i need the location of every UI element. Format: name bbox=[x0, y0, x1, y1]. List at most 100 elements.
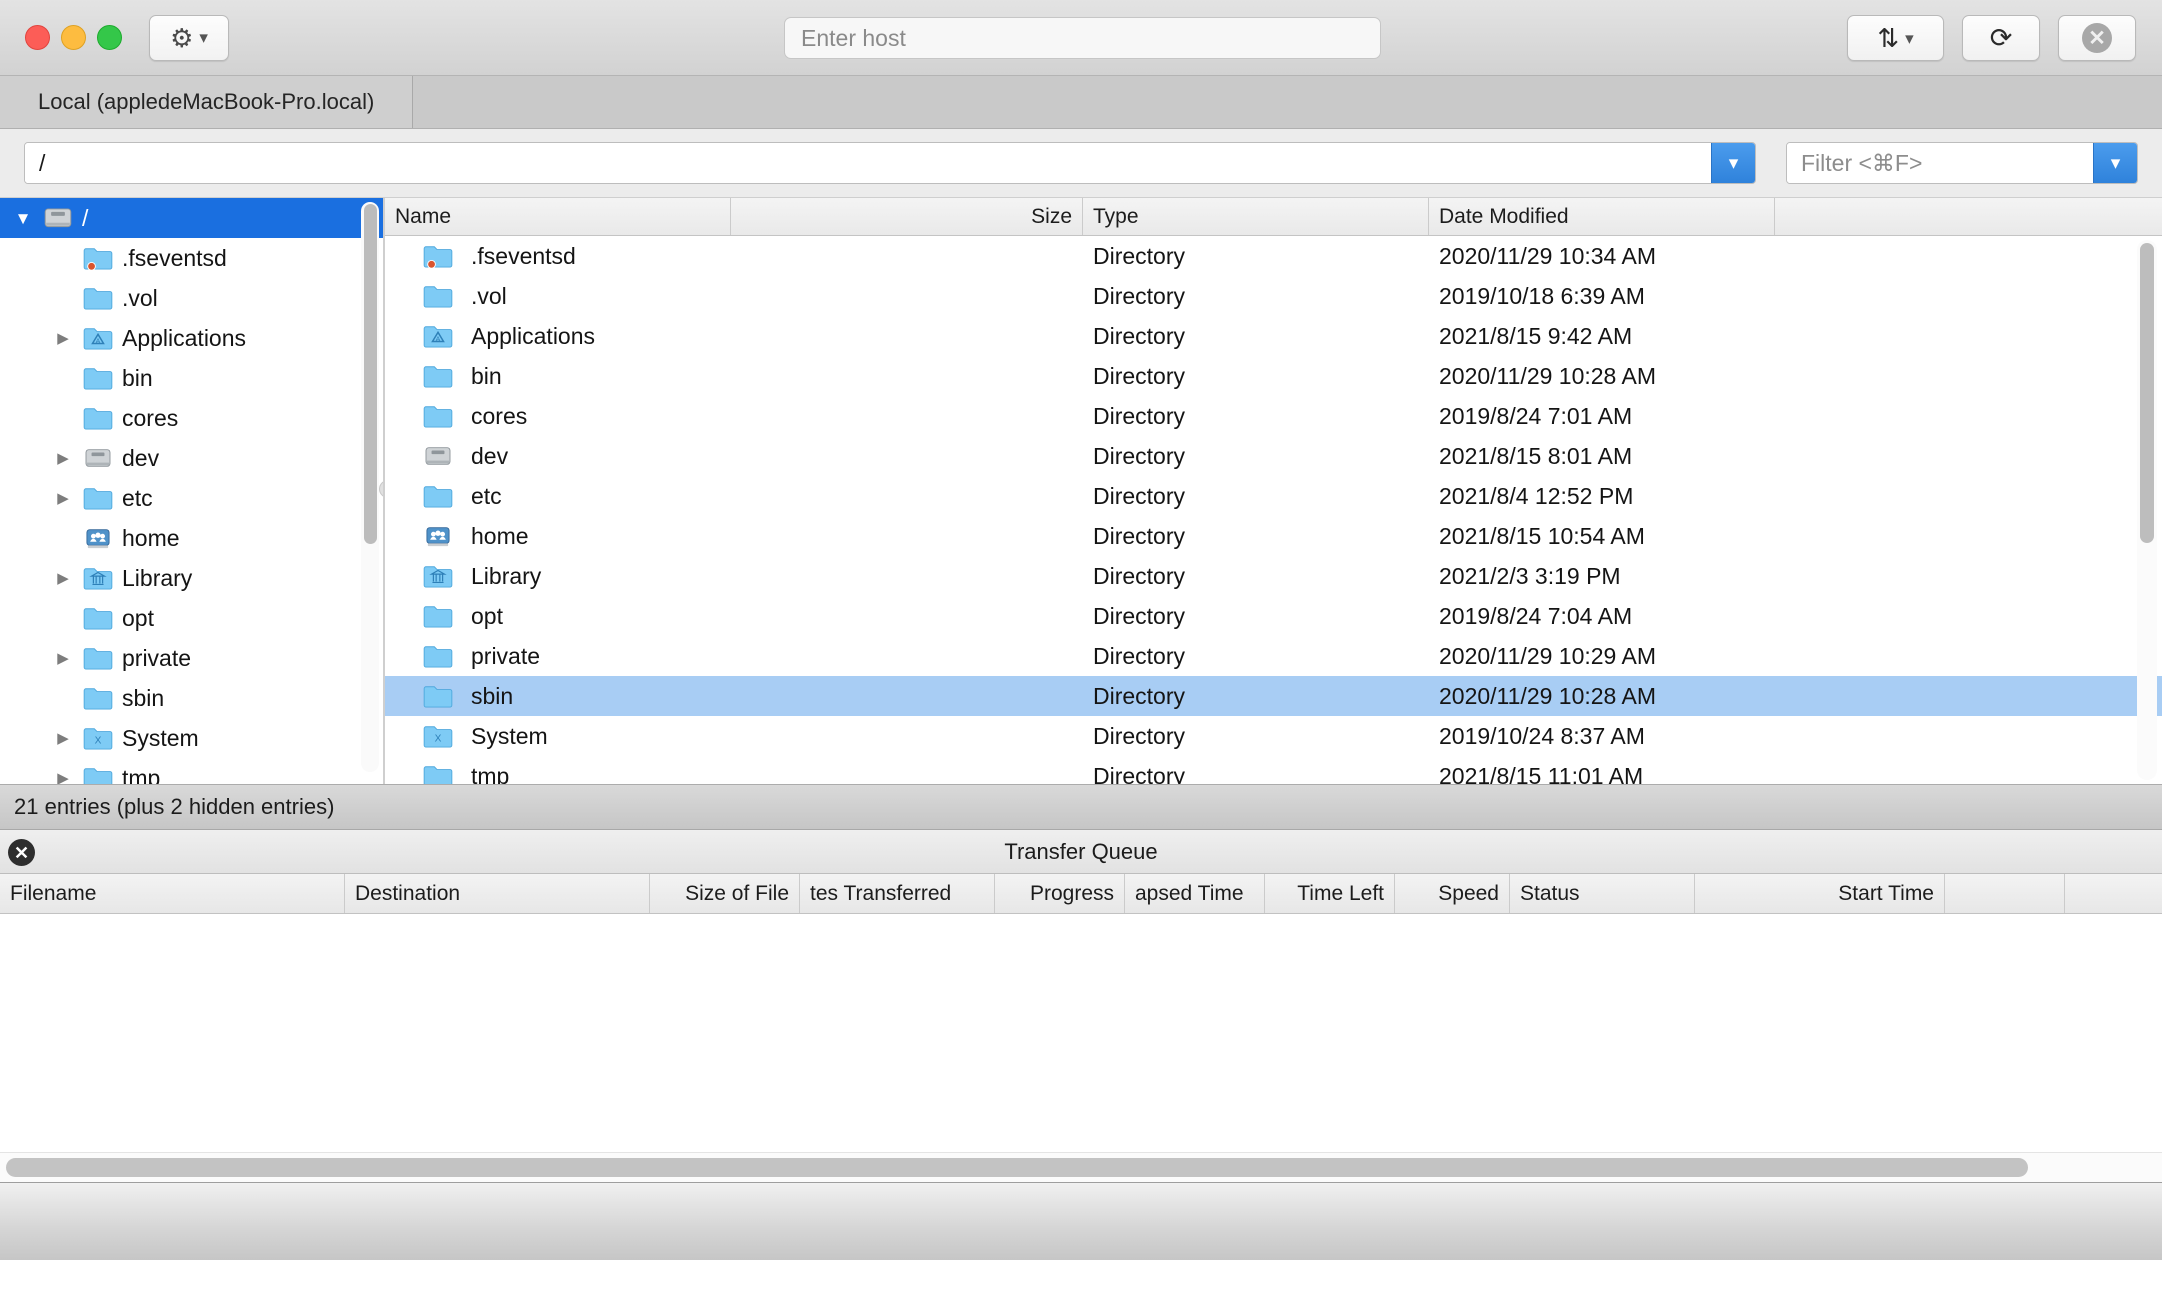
column-header-name[interactable]: Name bbox=[385, 198, 731, 235]
column-header-type[interactable]: Type bbox=[1083, 198, 1429, 235]
tree-twisty-collapsed-icon[interactable]: ▶ bbox=[48, 491, 78, 506]
tree-item-cores[interactable]: cores bbox=[0, 398, 383, 438]
tree-twisty-collapsed-icon[interactable]: ▶ bbox=[48, 571, 78, 586]
table-row[interactable]: .fseventsd Directory 2020/11/29 10:34 AM bbox=[385, 236, 2162, 276]
applications-icon: A bbox=[78, 326, 118, 350]
file-name-label: Applications bbox=[463, 323, 595, 350]
svg-text:X: X bbox=[435, 734, 442, 745]
transfer-queue-body[interactable] bbox=[0, 914, 2162, 1152]
transfer-queue-scrollbar-thumb[interactable] bbox=[6, 1158, 2028, 1177]
transfer-column-header-speed[interactable]: Speed bbox=[1395, 874, 1510, 913]
tree-item-label: Applications bbox=[118, 325, 246, 352]
file-date-cell: 2019/8/24 7:04 AM bbox=[1429, 603, 1775, 630]
table-row[interactable]: sbin Directory 2020/11/29 10:28 AM bbox=[385, 676, 2162, 716]
table-row[interactable]: X System Directory 2019/10/24 8:37 AM bbox=[385, 716, 2162, 756]
tree-item-private[interactable]: ▶ private bbox=[0, 638, 383, 678]
library-icon bbox=[423, 564, 463, 588]
filter-input[interactable]: Filter <⌘F> bbox=[1787, 143, 2093, 183]
table-row[interactable]: A Applications Directory 2021/8/15 9:42 … bbox=[385, 316, 2162, 356]
refresh-icon: ⟳ bbox=[1990, 25, 2013, 52]
svg-text:X: X bbox=[95, 736, 102, 747]
transfer-column-header-time-left[interactable]: Time Left bbox=[1265, 874, 1395, 913]
tree-vertical-scrollbar[interactable] bbox=[361, 202, 379, 772]
tree-item-library[interactable]: ▶ Library bbox=[0, 558, 383, 598]
table-row[interactable]: bin Directory 2020/11/29 10:28 AM bbox=[385, 356, 2162, 396]
transfer-column-header-apsed-time[interactable]: apsed Time bbox=[1125, 874, 1265, 913]
file-name-label: tmp bbox=[463, 763, 509, 785]
file-list-vertical-scrollbar[interactable] bbox=[2137, 240, 2157, 780]
tree-item-etc[interactable]: ▶ etc bbox=[0, 478, 383, 518]
close-window-icon[interactable] bbox=[25, 25, 50, 50]
folder-icon bbox=[78, 286, 118, 310]
transfer-column-header-tes-transferred[interactable]: tes Transferred bbox=[800, 874, 995, 913]
tree-item-system[interactable]: ▶ X System bbox=[0, 718, 383, 758]
transfer-column-header-filler[interactable] bbox=[1945, 874, 2065, 913]
table-row[interactable]: dev Directory 2021/8/15 8:01 AM bbox=[385, 436, 2162, 476]
tree-item-root[interactable]: ▼ / bbox=[0, 198, 383, 238]
tree-twisty-collapsed-icon[interactable]: ▶ bbox=[48, 331, 78, 346]
tree-item-dot-vol[interactable]: .vol bbox=[0, 278, 383, 318]
toolbar-right-group: ⇅ ▾ ⟳ ✕ bbox=[1847, 15, 2136, 61]
transfer-mode-button[interactable]: ⇅ ▾ bbox=[1847, 15, 1944, 61]
table-row[interactable]: cores Directory 2019/8/24 7:01 AM bbox=[385, 396, 2162, 436]
refresh-button[interactable]: ⟳ bbox=[1962, 15, 2040, 61]
status-bar: 21 entries (plus 2 hidden entries) bbox=[0, 784, 2162, 830]
table-row[interactable]: home Directory 2021/8/15 10:54 AM bbox=[385, 516, 2162, 556]
tree-item-dot-fseventsd[interactable]: .fseventsd bbox=[0, 238, 383, 278]
table-row[interactable]: Library Directory 2021/2/3 3:19 PM bbox=[385, 556, 2162, 596]
table-row[interactable]: tmp Directory 2021/8/15 11:01 AM bbox=[385, 756, 2162, 784]
column-header-size[interactable]: Size bbox=[731, 198, 1083, 235]
file-date-cell: 2021/8/15 9:42 AM bbox=[1429, 323, 1775, 350]
tree-twisty-collapsed-icon[interactable]: ▶ bbox=[48, 651, 78, 666]
filter-combobox[interactable]: Filter <⌘F> ▾ bbox=[1786, 142, 2138, 184]
minimize-window-icon[interactable] bbox=[61, 25, 86, 50]
file-type-cell: Directory bbox=[1083, 723, 1429, 750]
tree-twisty-collapsed-icon[interactable]: ▶ bbox=[48, 731, 78, 746]
tree-item-applications[interactable]: ▶ A Applications bbox=[0, 318, 383, 358]
tree-item-bin[interactable]: bin bbox=[0, 358, 383, 398]
table-row[interactable]: .vol Directory 2019/10/18 6:39 AM bbox=[385, 276, 2162, 316]
drive-icon bbox=[38, 205, 78, 231]
transfer-column-header-start-time[interactable]: Start Time bbox=[1695, 874, 1945, 913]
system-folder-icon: X bbox=[423, 724, 463, 748]
filter-dropdown-chevron-down-icon[interactable]: ▾ bbox=[2093, 143, 2137, 183]
tree-scrollbar-thumb[interactable] bbox=[364, 204, 377, 544]
transfer-column-header-status[interactable]: Status bbox=[1510, 874, 1695, 913]
transfer-column-header-destination[interactable]: Destination bbox=[345, 874, 650, 913]
tree-twisty-collapsed-icon[interactable]: ▶ bbox=[48, 451, 78, 466]
transfer-queue-horizontal-scrollbar[interactable] bbox=[0, 1152, 2162, 1182]
file-list-scrollbar-thumb[interactable] bbox=[2140, 243, 2154, 543]
tree-item-dev[interactable]: ▶ dev bbox=[0, 438, 383, 478]
tree-twisty-open-icon[interactable]: ▼ bbox=[8, 210, 38, 227]
library-icon bbox=[78, 566, 118, 590]
path-combobox[interactable]: / ▾ bbox=[24, 142, 1756, 184]
file-name-label: Library bbox=[463, 563, 541, 590]
path-dropdown-chevron-down-icon[interactable]: ▾ bbox=[1711, 143, 1755, 183]
disconnect-button[interactable]: ✕ bbox=[2058, 15, 2136, 61]
maximize-window-icon[interactable] bbox=[97, 25, 122, 50]
tree-item-tmp[interactable]: ▶ tmp bbox=[0, 758, 383, 784]
transfer-column-header-progress[interactable]: Progress bbox=[995, 874, 1125, 913]
table-row[interactable]: private Directory 2020/11/29 10:29 AM bbox=[385, 636, 2162, 676]
folder-badge-icon bbox=[423, 244, 463, 268]
tab-local-connection[interactable]: Local (appledeMacBook-Pro.local) bbox=[0, 76, 413, 128]
tree-item-home[interactable]: home bbox=[0, 518, 383, 558]
action-gear-button[interactable]: ⚙ ▾ bbox=[149, 15, 229, 61]
tree-item-opt[interactable]: opt bbox=[0, 598, 383, 638]
path-input[interactable]: / bbox=[25, 143, 1711, 183]
tree-item-sbin[interactable]: sbin bbox=[0, 678, 383, 718]
transfer-column-header-filename[interactable]: Filename bbox=[0, 874, 345, 913]
chevron-down-icon: ▾ bbox=[199, 29, 208, 46]
file-name-label: .vol bbox=[463, 283, 507, 310]
tree-item-label: home bbox=[118, 525, 180, 552]
table-row[interactable]: etc Directory 2021/8/4 12:52 PM bbox=[385, 476, 2162, 516]
file-name-label: private bbox=[463, 643, 540, 670]
main-split-view: ▼ / .fseventsd .vol▶ A Applications bin … bbox=[0, 197, 2162, 784]
close-transfer-queue-icon[interactable]: ✕ bbox=[8, 839, 35, 866]
column-header-date-modified[interactable]: Date Modified bbox=[1429, 198, 1775, 235]
host-input[interactable]: Enter host bbox=[784, 17, 1381, 59]
transfer-column-header-size-of-file[interactable]: Size of File bbox=[650, 874, 800, 913]
tab-bar: Local (appledeMacBook-Pro.local) bbox=[0, 76, 2162, 129]
tree-twisty-collapsed-icon[interactable]: ▶ bbox=[48, 771, 78, 785]
table-row[interactable]: opt Directory 2019/8/24 7:04 AM bbox=[385, 596, 2162, 636]
